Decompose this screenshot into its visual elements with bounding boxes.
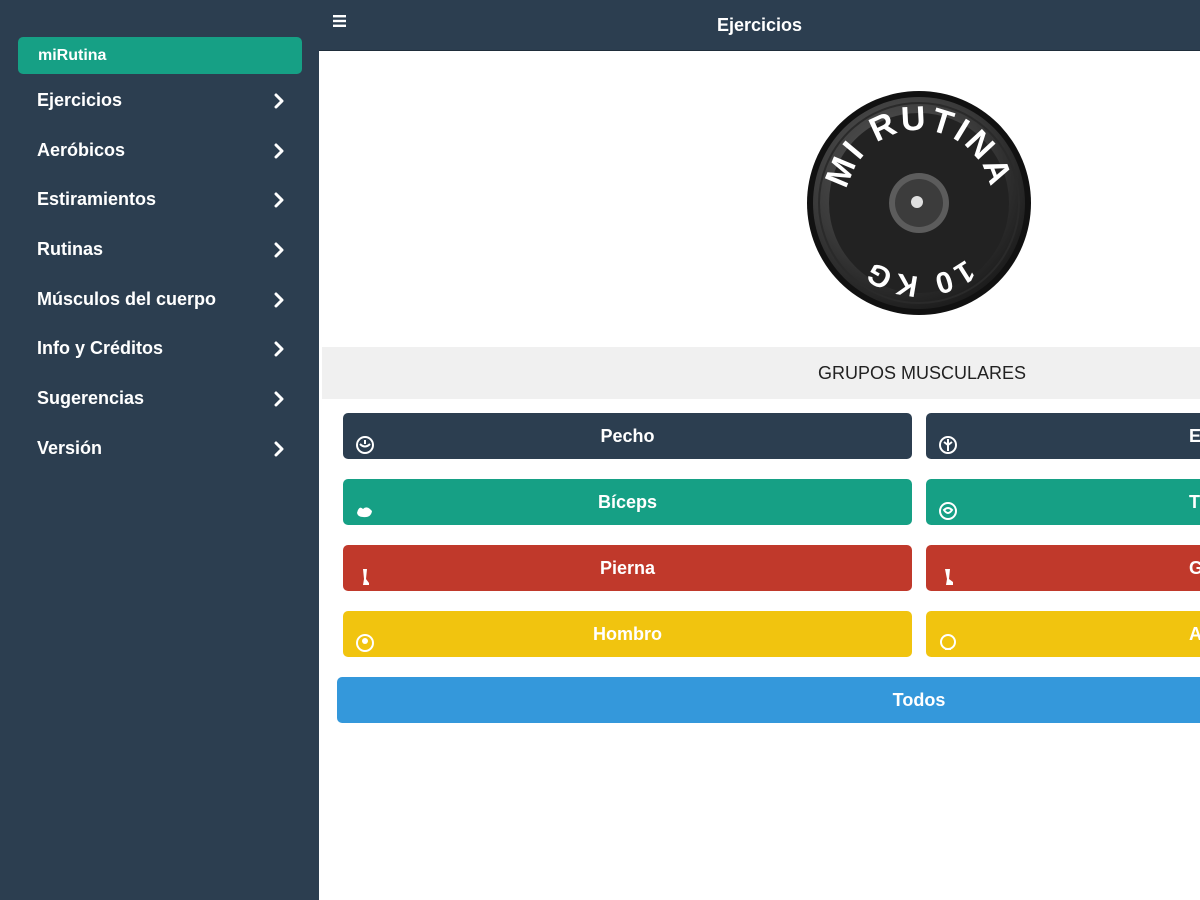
sidebar-item-rutinas[interactable]: Rutinas: [0, 225, 319, 275]
sidebar-item-aerobicos[interactable]: Aeróbicos: [0, 126, 319, 176]
muscle-group-gemelos-button[interactable]: G: [926, 545, 1200, 591]
muscle-group-triceps-button[interactable]: T: [926, 479, 1200, 525]
chevron-right-icon: [272, 225, 286, 275]
chevron-right-icon: [272, 275, 286, 325]
button-label: E: [1189, 426, 1200, 446]
chevron-right-icon: [272, 76, 286, 126]
app-window: miRutina Ejercicios Aeróbicos Estiramien…: [0, 0, 1200, 900]
calf-icon: [938, 558, 958, 585]
sidebar: miRutina Ejercicios Aeróbicos Estiramien…: [0, 0, 319, 900]
sidebar-item-label: Ejercicios: [37, 90, 123, 110]
back-icon: [938, 426, 958, 454]
button-label: Todos: [892, 690, 946, 710]
main-content: MI RUTINA 10 KG GRUPOS MUSCULARES Pecho: [319, 51, 1200, 900]
sidebar-item-label: Info y Créditos: [37, 338, 164, 359]
button-label: Hombro: [593, 624, 662, 644]
sidebar-item-label: Aeróbicos: [37, 139, 126, 160]
sidebar-brand[interactable]: miRutina: [18, 37, 302, 74]
sidebar-item-label: Músculos del cuerpo: [37, 288, 217, 309]
sidebar-menu: Ejercicios Aeróbicos Estiramientos Rutin…: [0, 76, 319, 474]
leg-icon: [355, 558, 375, 585]
shoulder-icon: [355, 624, 375, 652]
biceps-icon: [355, 492, 375, 518]
sidebar-item-version[interactable]: Versión: [0, 424, 319, 474]
section-header: GRUPOS MUSCULARES: [322, 347, 1200, 399]
muscle-group-hombro-button[interactable]: Hombro: [343, 611, 912, 657]
chevron-right-icon: [272, 126, 286, 176]
button-label: Pierna: [599, 558, 656, 578]
button-label: Ab: [1189, 624, 1200, 644]
button-label: Bíceps: [597, 492, 658, 512]
triceps-icon: [938, 492, 958, 520]
chevron-right-icon: [272, 175, 286, 225]
sidebar-item-estiramientos[interactable]: Estiramientos: [0, 175, 319, 225]
button-label: G: [1189, 558, 1200, 578]
chevron-right-icon: [272, 424, 286, 474]
sidebar-item-label: Sugerencias: [37, 388, 145, 409]
sidebar-item-ejercicios[interactable]: Ejercicios: [0, 76, 319, 126]
button-label: T: [1189, 492, 1200, 512]
muscle-group-abdominales-button[interactable]: Ab: [926, 611, 1200, 657]
abs-icon: [938, 624, 958, 650]
sidebar-item-label: Estiramientos: [37, 189, 157, 210]
muscle-group-pierna-button[interactable]: Pierna: [343, 545, 912, 591]
todos-button[interactable]: Todos: [337, 677, 1200, 723]
sidebar-item-sugerencias[interactable]: Sugerencias: [0, 374, 319, 424]
chevron-right-icon: [272, 374, 286, 424]
weight-plate-logo: MI RUTINA 10 KG: [804, 88, 1034, 318]
sidebar-item-label: Rutinas: [37, 239, 104, 260]
muscle-group-espalda-button[interactable]: E: [926, 413, 1200, 459]
sidebar-item-info-creditos[interactable]: Info y Créditos: [0, 324, 319, 374]
section-title: GRUPOS MUSCULARES: [817, 363, 1027, 383]
chest-icon: [355, 426, 375, 454]
muscle-group-biceps-button[interactable]: Bíceps: [343, 479, 912, 525]
sidebar-item-musculos[interactable]: Músculos del cuerpo: [0, 275, 319, 325]
sidebar-item-label: Versión: [37, 437, 103, 458]
muscle-group-pecho-button[interactable]: Pecho: [343, 413, 912, 459]
button-label: Pecho: [600, 426, 655, 446]
top-bar: Ejercicios: [319, 0, 1200, 51]
page-title: Ejercicios: [716, 15, 803, 35]
chevron-right-icon: [272, 324, 286, 374]
